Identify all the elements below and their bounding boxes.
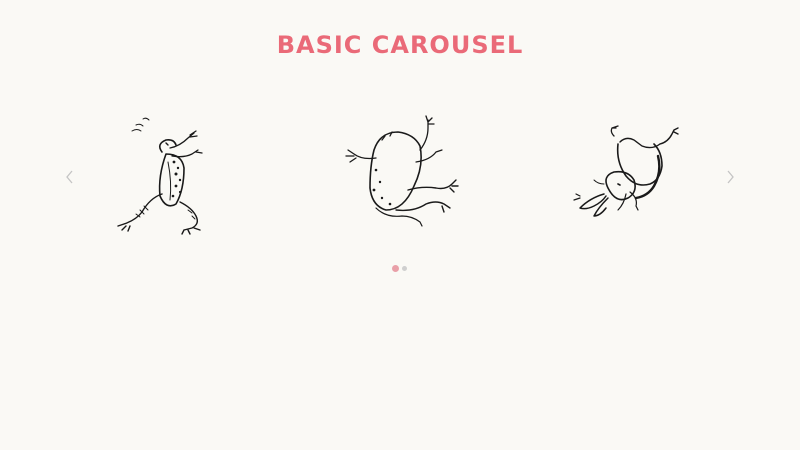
frog-standing-image xyxy=(117,117,203,235)
carousel-prev-button[interactable] xyxy=(62,168,78,186)
chevron-right-icon xyxy=(727,170,734,184)
rabbit-tumbling-image xyxy=(573,125,679,217)
carousel-slide-1[interactable] xyxy=(110,110,230,235)
chevron-left-icon xyxy=(66,170,73,184)
pagination-dot-2[interactable] xyxy=(402,266,407,271)
carousel-pagination xyxy=(390,265,414,273)
pagination-dot-1[interactable] xyxy=(392,265,399,272)
carousel-slide-2[interactable] xyxy=(340,110,460,235)
carousel-next-button[interactable] xyxy=(722,168,738,186)
carousel xyxy=(0,100,800,290)
page-title: BASIC CAROUSEL xyxy=(276,31,524,59)
carousel-slide-3[interactable] xyxy=(570,110,690,235)
frog-lying-on-back-image xyxy=(345,115,459,227)
